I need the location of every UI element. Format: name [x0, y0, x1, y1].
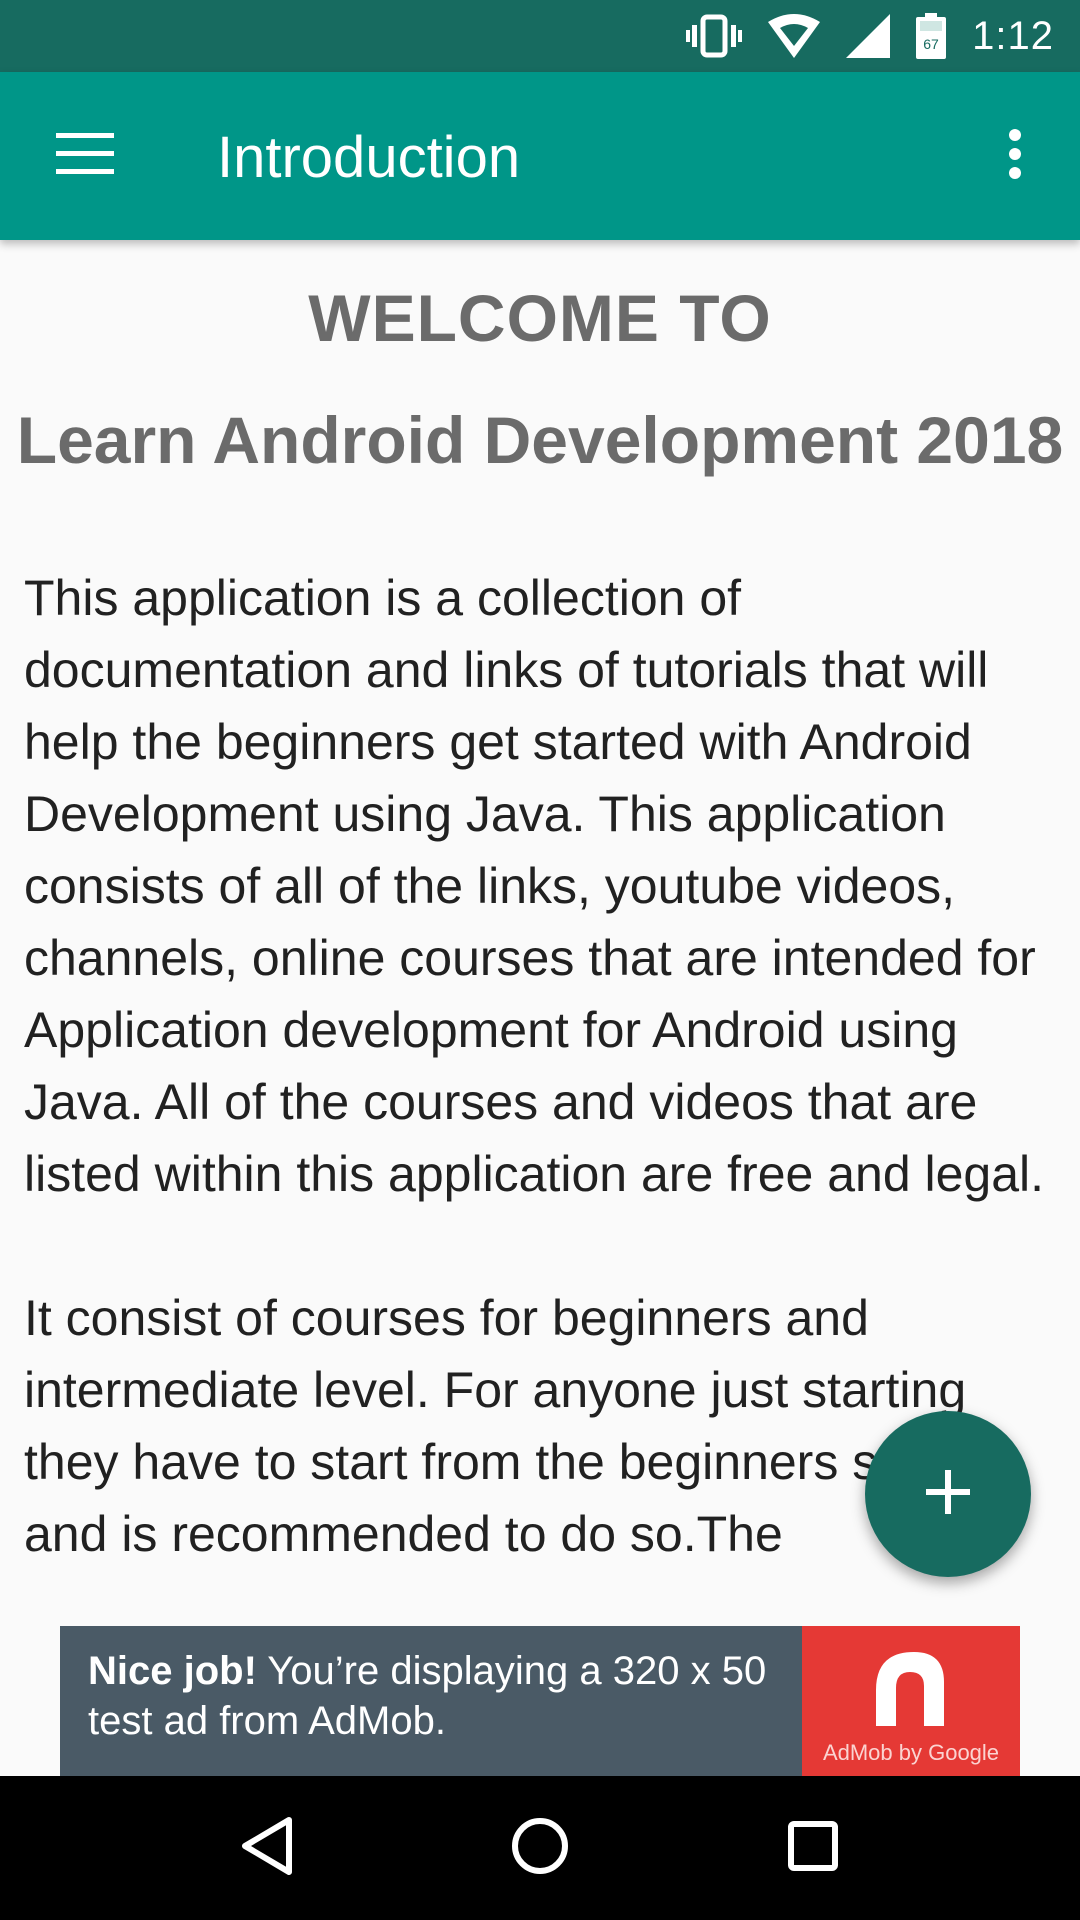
app-name-heading: Learn Android Development 2018 — [16, 403, 1064, 477]
screen: 67 1:12 Introduction WELCOME TO Learn An… — [0, 0, 1080, 1920]
ad-headline: Nice job! — [88, 1649, 257, 1693]
signal-icon — [846, 14, 891, 58]
more-vert-icon — [1008, 128, 1022, 184]
back-icon — [239, 1816, 295, 1881]
wifi-icon — [768, 14, 821, 58]
admob-logo-icon — [862, 1642, 958, 1743]
recents-button[interactable] — [753, 1788, 873, 1908]
ad-banner[interactable]: Nice job! You’re displaying a 320 x 50 t… — [60, 1626, 1020, 1776]
navigation-bar — [0, 1776, 1080, 1920]
home-button[interactable] — [480, 1788, 600, 1908]
status-bar: 67 1:12 — [0, 0, 1080, 72]
admob-logo: AdMob by Google — [802, 1626, 1020, 1776]
welcome-heading: WELCOME TO — [308, 281, 772, 355]
recents-icon — [787, 1820, 839, 1877]
app-bar: Introduction — [0, 72, 1080, 240]
back-button[interactable] — [207, 1788, 327, 1908]
menu-button[interactable] — [34, 116, 134, 196]
admob-brand-label: AdMob by Google — [822, 1740, 1000, 1765]
overflow-menu-button[interactable] — [980, 116, 1050, 196]
intro-paragraph: This application is a collection of docu… — [24, 570, 1045, 1202]
add-fab-button[interactable] — [865, 1411, 1031, 1577]
battery-level: 67 — [923, 36, 939, 52]
home-icon — [510, 1816, 570, 1881]
app-title: Introduction — [217, 125, 521, 190]
status-time: 1:12 — [972, 13, 1054, 58]
add-icon — [926, 1469, 970, 1519]
battery-icon: 67 — [916, 13, 947, 59]
hamburger-menu-icon — [56, 132, 114, 180]
vibrate-icon — [686, 13, 743, 59]
ad-text: Nice job! You’re displaying a 320 x 50 t… — [88, 1646, 808, 1746]
